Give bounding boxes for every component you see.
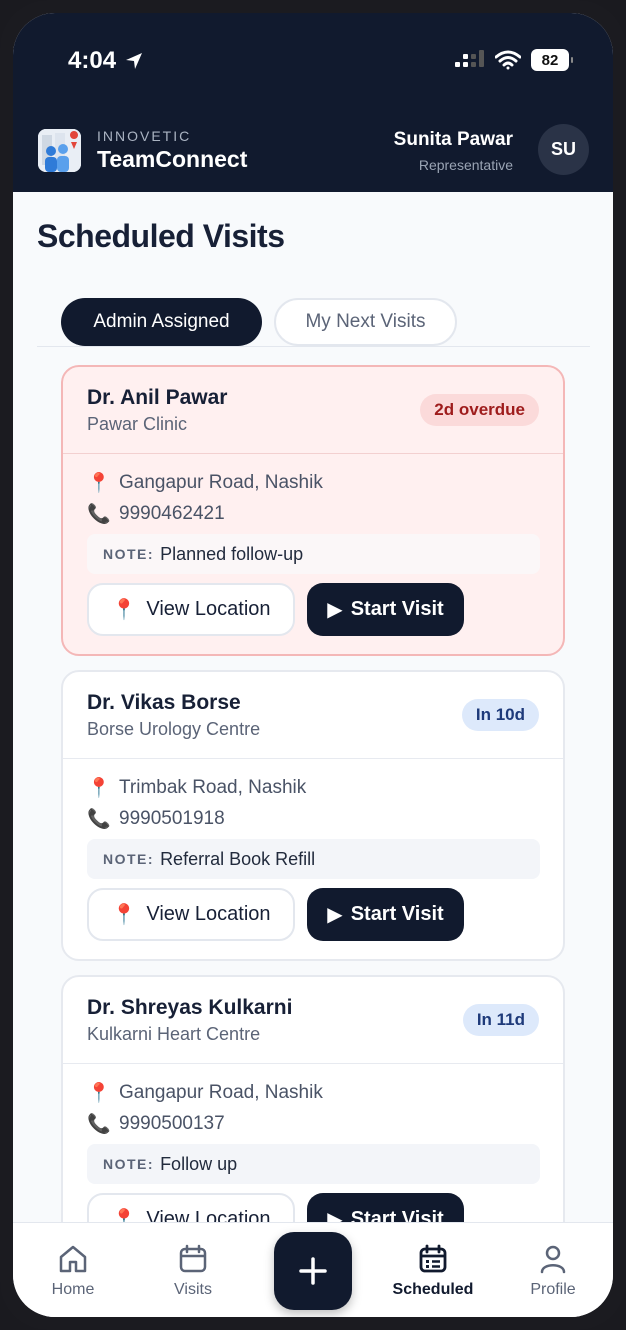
wifi-icon [495, 50, 521, 70]
phone-icon: 📞 [87, 809, 111, 830]
start-visit-button[interactable]: ▶ Start Visit [307, 583, 464, 636]
start-visit-button[interactable]: ▶ Start Visit [307, 888, 464, 941]
clinic-name: Borse Urology Centre [87, 719, 261, 739]
clinic-name: Pawar Clinic [87, 414, 188, 434]
nav-visits-label: Visits [174, 1281, 212, 1298]
pin-icon: 📍 [87, 1083, 111, 1104]
app-screen: 4:04 82 INNOVETIC TeamConnect Sunita Paw… [13, 13, 613, 1317]
note-label: NOTE: [103, 851, 155, 867]
note-label: NOTE: [103, 1156, 155, 1172]
note-text: Planned follow-up [160, 543, 304, 564]
phone-row[interactable]: 📞 9990501918 [87, 807, 225, 831]
visit-card: Dr. Vikas Borse Borse Urology Centre In … [61, 670, 565, 961]
note-text: Referral Book Refill [160, 848, 316, 869]
tab-admin-assigned[interactable]: Admin Assigned [61, 298, 262, 346]
tabs-divider [37, 346, 590, 347]
visit-note: NOTE: Planned follow-up [87, 534, 540, 574]
visit-note: NOTE: Follow up [87, 1144, 540, 1184]
pin-icon: 📍 [111, 599, 137, 621]
brand-name: TeamConnect [97, 146, 248, 172]
address-row: 📍 Gangapur Road, Nashik [87, 471, 323, 495]
start-visit-label: Start Visit [350, 903, 444, 925]
nav-visits[interactable]: Visits [143, 1243, 243, 1299]
pin-icon: 📍 [111, 904, 137, 926]
avatar-initials: SU [550, 139, 576, 159]
doctor-name: Dr. Vikas Borse [87, 691, 241, 714]
phone-text: 9990501918 [119, 808, 225, 829]
phone-text: 9990500137 [119, 1113, 225, 1134]
address-text: Gangapur Road, Nashik [119, 472, 323, 493]
phone-row[interactable]: 📞 9990500137 [87, 1112, 225, 1136]
nav-scheduled[interactable]: Scheduled [383, 1243, 483, 1299]
nav-profile-label: Profile [530, 1281, 576, 1298]
phone-text: 9990462421 [119, 503, 225, 524]
visit-list: Dr. Anil Pawar Pawar Clinic 2d overdue 📍… [61, 365, 566, 1280]
nav-home[interactable]: Home [23, 1243, 123, 1299]
add-button[interactable] [274, 1232, 352, 1310]
doctor-name: Dr. Shreyas Kulkarni [87, 996, 293, 1019]
view-location-button[interactable]: 📍 View Location [87, 583, 295, 636]
play-icon: ▶ [327, 599, 343, 621]
calendar-list-icon [419, 1244, 447, 1273]
status-bar-time: 4:04 [68, 47, 144, 75]
pin-icon: 📍 [87, 778, 111, 799]
user-role: Representative [418, 157, 513, 173]
phone-icon: 📞 [87, 1114, 111, 1135]
address-row: 📍 Gangapur Road, Nashik [87, 1081, 323, 1105]
start-visit-label: Start Visit [350, 598, 444, 620]
brand: INNOVETIC TeamConnect [38, 128, 247, 173]
home-icon [59, 1245, 87, 1273]
status-badge: In 10d [461, 699, 539, 731]
status-bar-icons: 82 [455, 49, 573, 71]
view-location-button[interactable]: 📍 View Location [87, 888, 295, 941]
status-badge: 2d overdue [420, 394, 539, 426]
user-icon [540, 1245, 566, 1274]
nav-home-label: Home [51, 1281, 95, 1298]
address-text: Gangapur Road, Nashik [119, 1082, 323, 1103]
brand-subtitle: INNOVETIC [97, 128, 192, 144]
pin-icon: 📍 [87, 473, 111, 494]
view-location-label: View Location [146, 903, 271, 925]
tab-my-next-visits[interactable]: My Next Visits [274, 298, 457, 346]
address-row: 📍 Trimbak Road, Nashik [87, 776, 306, 800]
visit-tabs: Admin Assigned My Next Visits [61, 298, 457, 346]
play-icon: ▶ [327, 904, 343, 926]
user-info: Sunita Pawar Representative [394, 129, 513, 173]
app-logo [38, 129, 81, 172]
cellular-signal-icon [455, 50, 484, 67]
avatar[interactable]: SU [538, 124, 589, 175]
address-text: Trimbak Road, Nashik [119, 777, 307, 798]
brand-text: INNOVETIC TeamConnect [97, 128, 247, 173]
phone-frame: 4:04 82 INNOVETIC TeamConnect Sunita Paw… [0, 0, 626, 1330]
battery-indicator: 82 [531, 49, 573, 71]
note-label: NOTE: [103, 546, 155, 562]
nav-profile[interactable]: Profile [503, 1243, 603, 1299]
phone-row[interactable]: 📞 9990462421 [87, 502, 225, 526]
visit-card: Dr. Anil Pawar Pawar Clinic 2d overdue 📍… [61, 365, 565, 656]
calendar-icon [179, 1244, 207, 1273]
visit-card-header: Dr. Vikas Borse Borse Urology Centre In … [63, 672, 563, 759]
page-title: Scheduled Visits [37, 218, 285, 254]
status-badge: In 11d [462, 1004, 539, 1036]
location-arrow-icon [126, 53, 143, 69]
phone-icon: 📞 [87, 504, 111, 525]
visit-card-header: Dr. Shreyas Kulkarni Kulkarni Heart Cent… [63, 977, 563, 1064]
visit-note: NOTE: Referral Book Refill [87, 839, 540, 879]
nav-scheduled-label: Scheduled [392, 1281, 474, 1298]
doctor-name: Dr. Anil Pawar [87, 386, 228, 409]
battery-level: 82 [541, 51, 559, 69]
visit-card-header: Dr. Anil Pawar Pawar Clinic 2d overdue [63, 367, 563, 454]
app-header: 4:04 82 INNOVETIC TeamConnect Sunita Paw… [13, 13, 613, 192]
plus-icon [299, 1257, 327, 1285]
clinic-name: Kulkarni Heart Centre [87, 1024, 261, 1044]
user-name: Sunita Pawar [393, 129, 513, 150]
time-text: 4:04 [68, 47, 117, 74]
view-location-label: View Location [146, 598, 271, 620]
note-text: Follow up [160, 1153, 238, 1174]
